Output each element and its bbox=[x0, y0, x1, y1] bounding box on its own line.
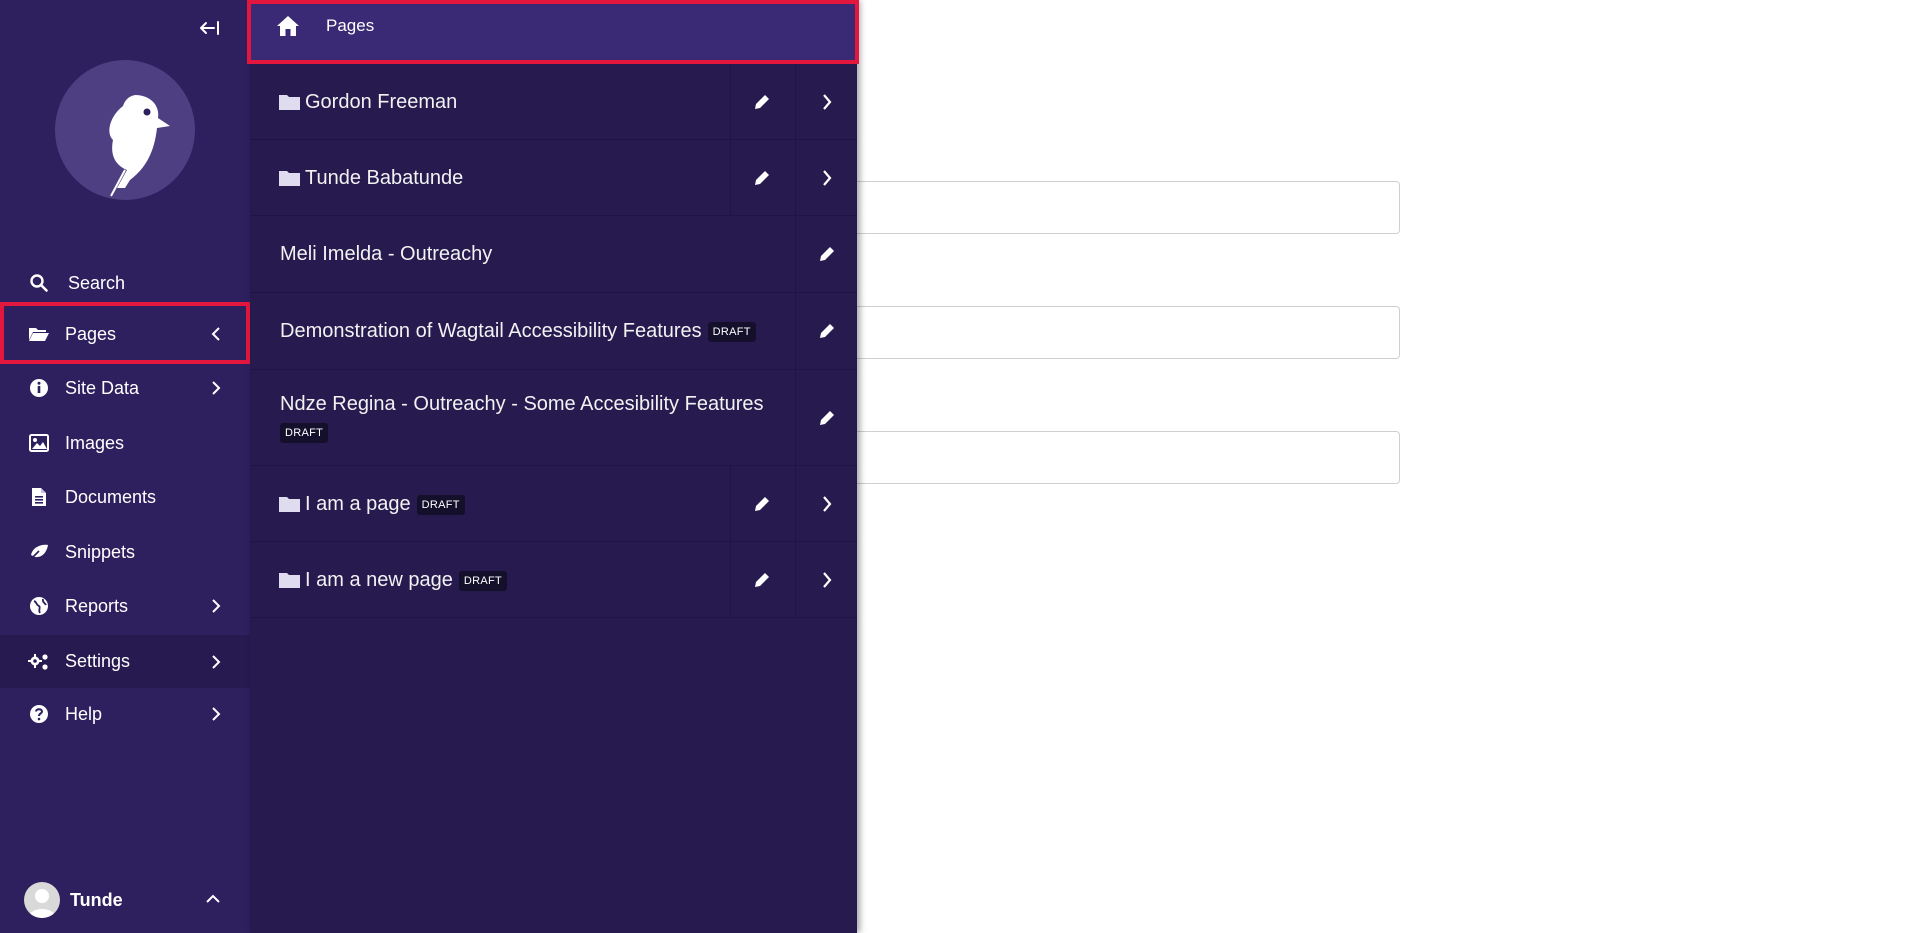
page-title: Demonstration of Wagtail Accessibility F… bbox=[280, 320, 702, 342]
list-item: I am a page DRAFT bbox=[250, 466, 857, 542]
list-item: Tunde Babatunde bbox=[250, 140, 857, 216]
sidebar-item-label: Search bbox=[68, 272, 126, 293]
user-account-menu[interactable]: Tunde bbox=[0, 875, 250, 925]
page-link[interactable]: I am a new page DRAFT bbox=[250, 542, 730, 617]
page-title: Tunde Babatunde bbox=[305, 166, 464, 189]
help-icon bbox=[28, 703, 50, 725]
edit-page-button[interactable] bbox=[795, 293, 857, 369]
sidebar-item-site-data[interactable]: Site Data bbox=[0, 363, 250, 413]
chevron-right-icon bbox=[822, 169, 831, 186]
sidebar-item-reports[interactable]: Reports bbox=[0, 581, 250, 631]
page-title: Ndze Regina - Outreachy - Some Accesibil… bbox=[280, 392, 764, 415]
sidebar-item-label: Settings bbox=[65, 651, 131, 671]
page-title-wrap: I am a page DRAFT bbox=[305, 490, 465, 518]
folder-icon bbox=[279, 495, 300, 513]
collapse-sidebar-button[interactable] bbox=[196, 15, 224, 41]
sidebar-item-label: Reports bbox=[65, 595, 129, 616]
edit-page-button[interactable] bbox=[730, 64, 792, 139]
chevron-right-icon bbox=[822, 495, 831, 512]
document-icon bbox=[28, 486, 50, 508]
view-child-pages-button[interactable] bbox=[795, 542, 857, 617]
draft-badge: DRAFT bbox=[280, 422, 329, 443]
page-title: I am a page bbox=[305, 492, 411, 515]
view-child-pages-button[interactable] bbox=[795, 64, 857, 139]
sidebar-item-images[interactable]: Images bbox=[0, 418, 250, 468]
view-child-pages-button[interactable] bbox=[795, 140, 857, 215]
page-link[interactable]: I am a page DRAFT bbox=[250, 466, 730, 541]
edit-page-button[interactable] bbox=[730, 466, 792, 541]
user-name: Tunde bbox=[70, 889, 123, 910]
list-item: Gordon Freeman bbox=[250, 64, 857, 140]
sidebar-item-label: Documents bbox=[65, 486, 157, 507]
chevron-up-icon bbox=[206, 891, 220, 909]
globe-icon bbox=[28, 595, 50, 617]
page-link[interactable]: Tunde Babatunde bbox=[250, 140, 730, 215]
folder-icon bbox=[279, 571, 300, 589]
pencil-icon bbox=[754, 572, 769, 587]
cogs-icon bbox=[28, 651, 50, 673]
edit-page-button[interactable] bbox=[795, 216, 857, 292]
highlight-box-pages-item bbox=[0, 302, 250, 364]
page-title: Meli Imelda - Outreachy bbox=[280, 243, 493, 265]
page-link[interactable]: Demonstration of Wagtail Accessibility F… bbox=[250, 293, 795, 369]
snippet-icon bbox=[28, 541, 50, 563]
edit-page-button[interactable] bbox=[730, 542, 792, 617]
chevron-right-icon bbox=[822, 93, 831, 110]
page-explorer-panel: Pages Gordon Freeman Tunde Babatunde Mel… bbox=[247, 0, 859, 933]
page-link[interactable]: Gordon Freeman bbox=[250, 64, 730, 139]
page-title-wrap: Ndze Regina - Outreachy - Some Accesibil… bbox=[280, 390, 780, 446]
pencil-icon bbox=[819, 410, 834, 425]
collapse-arrow-icon bbox=[200, 21, 219, 35]
chevron-right-icon bbox=[822, 571, 831, 588]
highlight-box-explorer-header bbox=[247, 0, 859, 64]
sidebar-item-search[interactable]: Search bbox=[0, 258, 250, 308]
sidebar-item-settings[interactable]: Settings bbox=[0, 635, 250, 688]
pencil-icon bbox=[819, 324, 834, 338]
page-link[interactable]: Ndze Regina - Outreachy - Some Accesibil… bbox=[250, 370, 795, 465]
sidebar-item-snippets[interactable]: Snippets bbox=[0, 527, 250, 577]
sidebar-item-label: Help bbox=[65, 703, 103, 724]
page-link[interactable]: Meli Imelda - Outreachy bbox=[250, 216, 795, 292]
background-input-field[interactable] bbox=[857, 431, 1400, 484]
folder-icon bbox=[279, 169, 300, 187]
pencil-icon bbox=[754, 496, 769, 511]
info-circle-icon bbox=[28, 377, 50, 399]
pencil-icon bbox=[819, 247, 834, 261]
chevron-right-icon bbox=[208, 380, 224, 396]
page-title: I am a new page bbox=[305, 568, 453, 591]
draft-badge: DRAFT bbox=[416, 494, 465, 515]
sidebar-item-label: Images bbox=[65, 432, 125, 453]
chevron-right-icon bbox=[208, 654, 224, 670]
page-title-wrap: Demonstration of Wagtail Accessibility F… bbox=[280, 317, 756, 345]
list-item: Meli Imelda - Outreachy bbox=[250, 216, 857, 293]
pencil-icon bbox=[754, 94, 769, 109]
page-title-wrap: I am a new page DRAFT bbox=[305, 566, 508, 594]
draft-badge: DRAFT bbox=[707, 322, 756, 342]
pencil-icon bbox=[754, 170, 769, 185]
avatar bbox=[24, 882, 60, 918]
sidebar-item-help[interactable]: Help bbox=[0, 689, 250, 739]
sidebar-item-documents[interactable]: Documents bbox=[0, 472, 250, 522]
sidebar-item-label: Snippets bbox=[65, 541, 136, 562]
view-child-pages-button[interactable] bbox=[795, 466, 857, 541]
list-item: Ndze Regina - Outreachy - Some Accesibil… bbox=[250, 370, 857, 466]
sidebar: Search Pages Site Data Images Documents bbox=[0, 0, 250, 933]
image-icon bbox=[28, 432, 50, 454]
chevron-right-icon bbox=[208, 706, 224, 722]
sidebar-item-label: Site Data bbox=[65, 377, 140, 398]
draft-badge: DRAFT bbox=[458, 570, 508, 591]
wagtail-logo[interactable] bbox=[55, 60, 195, 200]
list-item: Demonstration of Wagtail Accessibility F… bbox=[250, 293, 857, 370]
folder-icon bbox=[279, 93, 300, 111]
edit-page-button[interactable] bbox=[730, 140, 792, 215]
page-title: Gordon Freeman bbox=[305, 90, 458, 113]
search-icon bbox=[28, 272, 50, 294]
edit-page-button[interactable] bbox=[795, 370, 857, 465]
background-input-field[interactable] bbox=[857, 306, 1400, 359]
background-input-field[interactable] bbox=[857, 181, 1400, 234]
chevron-right-icon bbox=[208, 598, 224, 614]
list-item: I am a new page DRAFT bbox=[250, 542, 857, 618]
